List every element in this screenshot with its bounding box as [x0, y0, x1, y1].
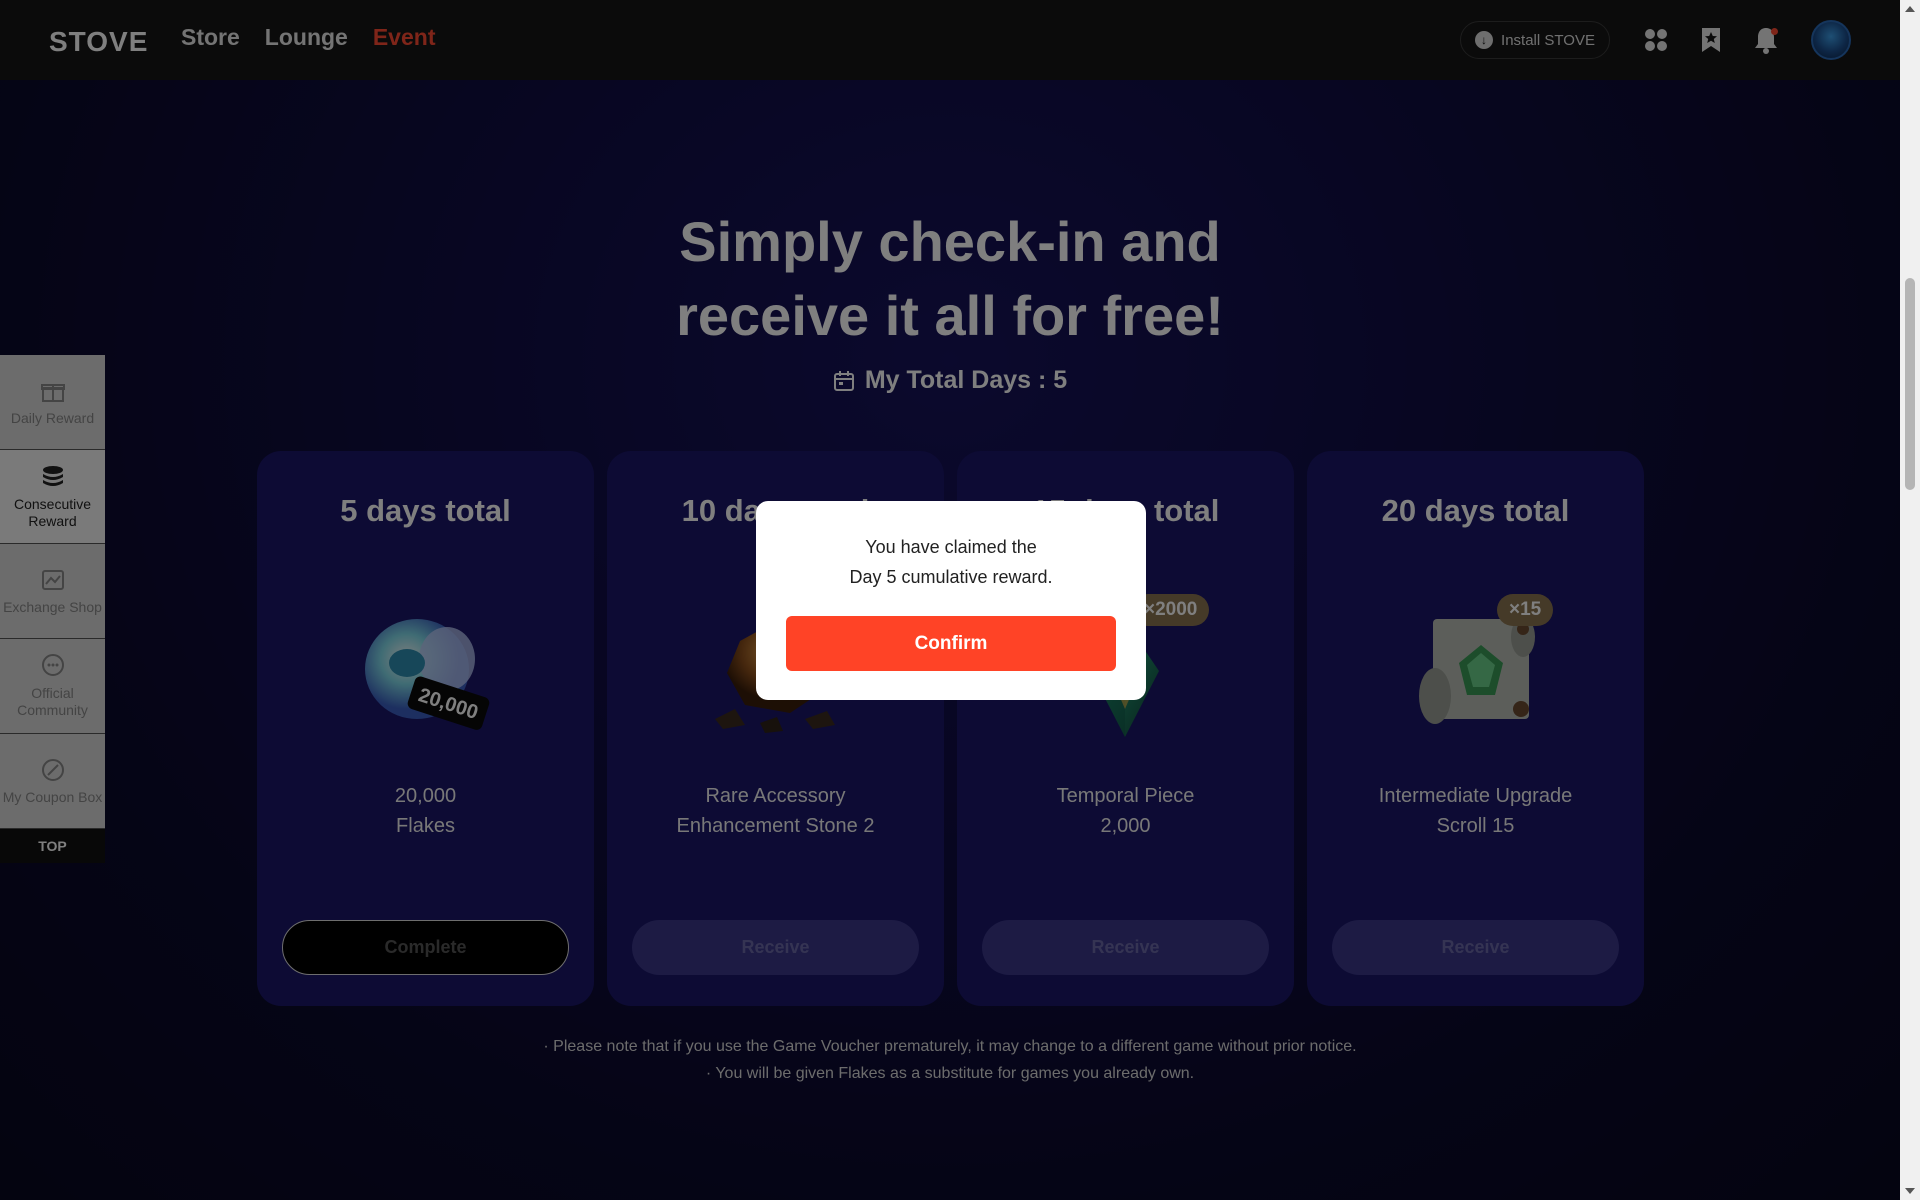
scroll-down-arrow[interactable]	[1905, 1188, 1915, 1194]
scrollbar-thumb[interactable]	[1905, 278, 1915, 490]
page-scrollbar[interactable]	[1900, 0, 1920, 1200]
reward-claimed-dialog: You have claimed the Day 5 cumulative re…	[756, 501, 1146, 700]
scroll-up-arrow[interactable]	[1905, 6, 1915, 12]
confirm-button[interactable]: Confirm	[786, 616, 1116, 671]
dialog-message: You have claimed the Day 5 cumulative re…	[849, 537, 1053, 587]
event-page: STOVE Store Lounge Event ↓ Install STOVE…	[0, 0, 1900, 1200]
